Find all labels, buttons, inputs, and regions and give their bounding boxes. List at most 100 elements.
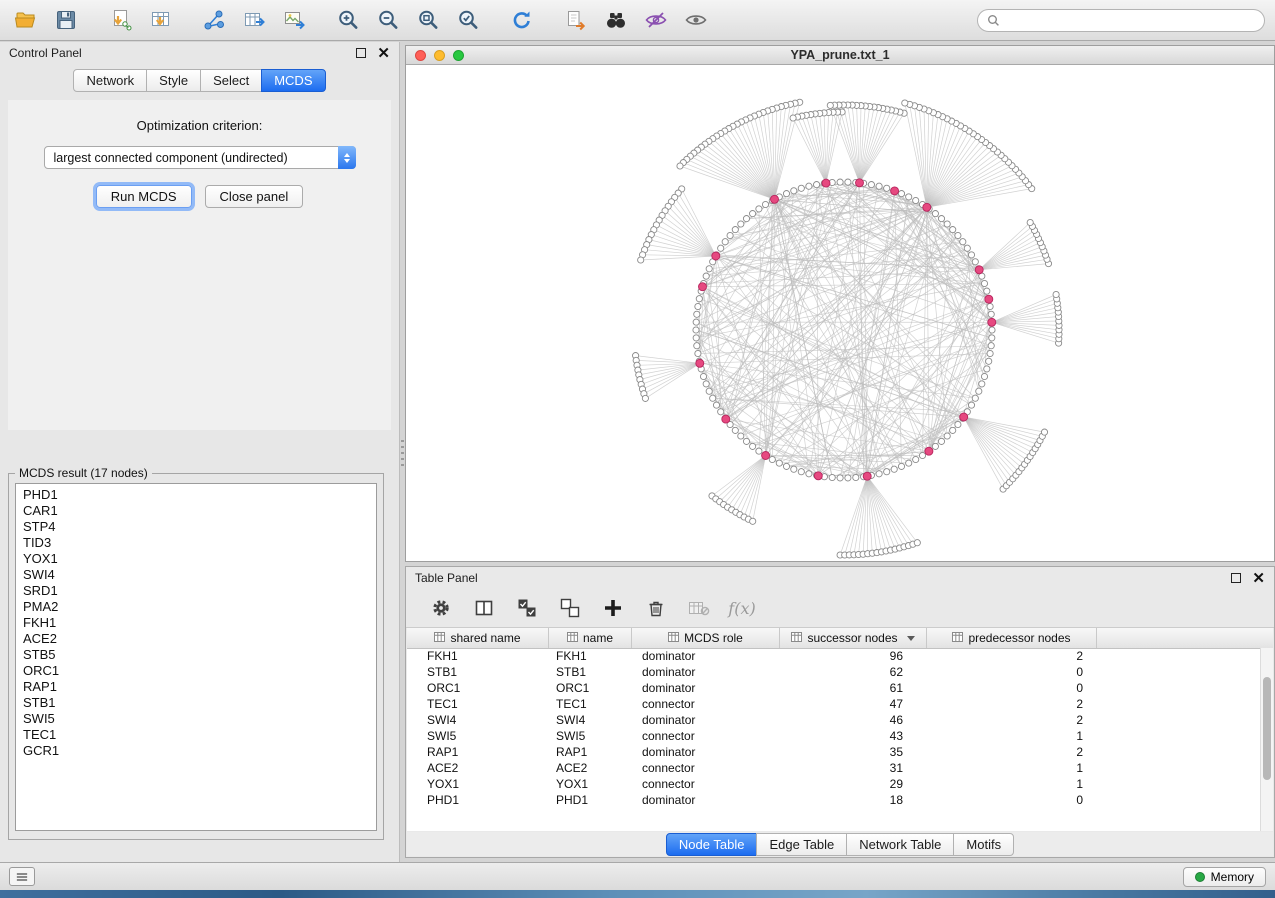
- tab-motifs[interactable]: Motifs: [953, 833, 1014, 856]
- import-table-button[interactable]: [144, 5, 176, 35]
- tab-style[interactable]: Style: [146, 69, 201, 92]
- show-details-button[interactable]: [680, 5, 712, 35]
- mcds-result-item[interactable]: STB5: [23, 647, 369, 663]
- mcds-result-item[interactable]: TID3: [23, 535, 369, 551]
- table-row[interactable]: YOX1YOX1connector291: [407, 776, 1260, 792]
- close-table-panel-icon[interactable]: ✕: [1252, 571, 1265, 586]
- add-row-button[interactable]: [600, 595, 626, 621]
- columns-icon: [474, 598, 494, 618]
- open-session-button[interactable]: [10, 5, 42, 35]
- show-columns-button[interactable]: [471, 595, 497, 621]
- hide-details-button[interactable]: [640, 5, 672, 35]
- table-row[interactable]: PHD1PHD1dominator180: [407, 792, 1260, 808]
- mcds-result-item[interactable]: PMA2: [23, 599, 369, 615]
- refresh-view-button[interactable]: [506, 5, 538, 35]
- search-input[interactable]: [1005, 12, 1255, 28]
- mcds-result-item[interactable]: STB1: [23, 695, 369, 711]
- optimization-criterion-label: Optimization criterion:: [8, 118, 391, 133]
- criterion-select[interactable]: largest connected component (undirected): [44, 146, 356, 169]
- tab-select[interactable]: Select: [200, 69, 262, 92]
- export-network-button[interactable]: [198, 5, 230, 35]
- export-table-icon: [242, 8, 266, 32]
- eye-slash-icon: [644, 8, 668, 32]
- network-view-window: YPA_prune.txt_1: [405, 45, 1275, 562]
- table-row[interactable]: RAP1RAP1dominator352: [407, 744, 1260, 760]
- table-row[interactable]: STB1STB1dominator620: [407, 664, 1260, 680]
- zoom-out-button[interactable]: [372, 5, 404, 35]
- deselect-all-button[interactable]: [557, 595, 583, 621]
- import-network-button[interactable]: [104, 5, 136, 35]
- column-header-predecessor-nodes[interactable]: predecessor nodes: [927, 628, 1097, 648]
- scrollbar-thumb[interactable]: [1263, 677, 1271, 779]
- mcds-result-item[interactable]: ORC1: [23, 663, 369, 679]
- mcds-result-item[interactable]: TEC1: [23, 727, 369, 743]
- export-table-button[interactable]: [238, 5, 270, 35]
- mcds-result-item[interactable]: RAP1: [23, 679, 369, 695]
- window-zoom-icon[interactable]: [453, 50, 464, 61]
- mcds-result-item[interactable]: GCR1: [23, 743, 369, 759]
- select-all-button[interactable]: [514, 595, 540, 621]
- column-header-MCDS-role[interactable]: MCDS role: [632, 628, 780, 648]
- window-close-icon[interactable]: [415, 50, 426, 61]
- table-scrollbar[interactable]: [1260, 648, 1273, 831]
- tab-network-table[interactable]: Network Table: [846, 833, 954, 856]
- zoom-group: [332, 5, 484, 35]
- table-row[interactable]: ACE2ACE2connector311: [407, 760, 1260, 776]
- table-body: FKH1FKH1dominator962STB1STB1dominator620…: [407, 648, 1260, 831]
- network-canvas[interactable]: [406, 65, 1274, 562]
- float-table-panel-icon[interactable]: [1231, 573, 1241, 583]
- save-session-button[interactable]: [50, 5, 82, 35]
- mcds-result-item[interactable]: CAR1: [23, 503, 369, 519]
- table-settings-button[interactable]: [428, 595, 454, 621]
- export-group: [198, 5, 310, 35]
- table-row[interactable]: ORC1ORC1dominator610: [407, 680, 1260, 696]
- column-header-shared-name[interactable]: shared name: [407, 628, 549, 648]
- binoculars-icon: [604, 8, 628, 32]
- export-image-button[interactable]: [278, 5, 310, 35]
- mcds-result-item[interactable]: SRD1: [23, 583, 369, 599]
- save-icon: [54, 8, 78, 32]
- tab-mcds[interactable]: MCDS: [261, 69, 325, 92]
- float-panel-icon[interactable]: [356, 48, 366, 58]
- clone-network-button[interactable]: [560, 5, 592, 35]
- mcds-result-item[interactable]: YOX1: [23, 551, 369, 567]
- status-bar: Memory: [0, 862, 1275, 890]
- ui-settings-button[interactable]: [9, 867, 35, 886]
- tab-edge-table[interactable]: Edge Table: [756, 833, 847, 856]
- delete-table-button[interactable]: [686, 595, 712, 621]
- tab-node-table[interactable]: Node Table: [666, 833, 758, 856]
- mcds-result-item[interactable]: SWI5: [23, 711, 369, 727]
- mcds-result-item[interactable]: FKH1: [23, 615, 369, 631]
- run-mcds-button[interactable]: Run MCDS: [96, 185, 192, 208]
- sort-dropdown-icon[interactable]: [907, 636, 915, 641]
- mcds-result-item[interactable]: SWI4: [23, 567, 369, 583]
- table-row[interactable]: TEC1TEC1connector472: [407, 696, 1260, 712]
- table-row[interactable]: SWI4SWI4dominator462: [407, 712, 1260, 728]
- mcds-result-item[interactable]: STP4: [23, 519, 369, 535]
- close-panel-icon[interactable]: ✕: [377, 46, 390, 61]
- delete-rows-button[interactable]: [643, 595, 669, 621]
- tab-network[interactable]: Network: [73, 69, 147, 92]
- table-column-icon: [791, 631, 802, 645]
- view-group: [560, 5, 712, 35]
- close-panel-button[interactable]: Close panel: [205, 185, 304, 208]
- table-panel-tabs: Node TableEdge TableNetwork TableMotifs: [407, 832, 1273, 856]
- session-group: [10, 5, 82, 35]
- column-header-name[interactable]: name: [549, 628, 632, 648]
- table-row[interactable]: FKH1FKH1dominator962: [407, 648, 1260, 664]
- zoom-in-button[interactable]: [332, 5, 364, 35]
- memory-label: Memory: [1211, 870, 1254, 884]
- panel-splitter-handle[interactable]: [401, 440, 404, 466]
- find-button[interactable]: [600, 5, 632, 35]
- table-toolbar: f(x): [406, 589, 1274, 628]
- table-row[interactable]: SWI5SWI5connector431: [407, 728, 1260, 744]
- zoom-fit-button[interactable]: [412, 5, 444, 35]
- memory-button[interactable]: Memory: [1183, 867, 1266, 887]
- function-builder-button[interactable]: f(x): [729, 595, 755, 621]
- mcds-result-item[interactable]: ACE2: [23, 631, 369, 647]
- window-minimize-icon[interactable]: [434, 50, 445, 61]
- column-header-successor-nodes[interactable]: successor nodes: [780, 628, 927, 648]
- mcds-tab-content: Optimization criterion: largest connecte…: [8, 100, 391, 430]
- mcds-result-item[interactable]: PHD1: [23, 487, 369, 503]
- zoom-selected-button[interactable]: [452, 5, 484, 35]
